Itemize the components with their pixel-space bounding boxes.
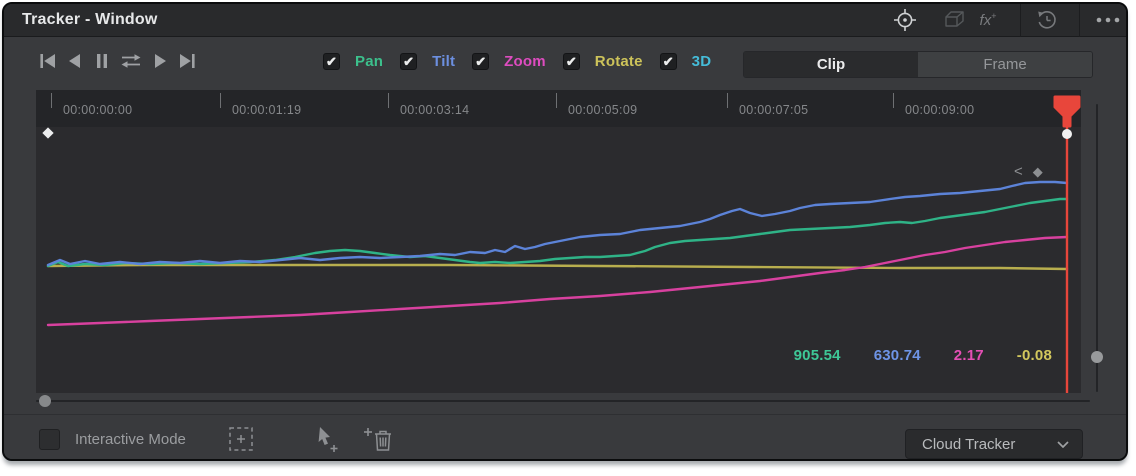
titlebar-separator — [1079, 4, 1080, 37]
ruler-timecode: 00:00:01:19 — [232, 103, 301, 117]
checkbox-tilt[interactable]: ✔ — [400, 53, 417, 70]
pause-button[interactable] — [92, 51, 112, 71]
tracker-type-value: Cloud Tracker — [922, 436, 1057, 453]
loop-button[interactable] — [119, 51, 143, 71]
skip-to-start-button[interactable] — [38, 51, 58, 71]
ruler-tick: 00:00:09:00 — [893, 93, 894, 108]
range-frame-button[interactable]: Frame — [918, 52, 1092, 77]
ruler-timecode: 00:00:00:00 — [63, 103, 132, 117]
add-tracker-point-icon[interactable] — [316, 425, 342, 458]
window-title: Tracker - Window — [22, 11, 158, 29]
titlebar[interactable]: Tracker - Window — [4, 4, 1126, 37]
curve-rotate — [48, 265, 1067, 269]
checkbox-rotate[interactable]: ✔ — [563, 53, 580, 70]
keyframe-diamond-icon[interactable]: ◆ — [1033, 165, 1043, 179]
toggle-label: Zoom — [504, 53, 546, 70]
transport-controls — [38, 50, 197, 72]
toggle-3d[interactable]: ✔ 3D — [660, 53, 712, 70]
play-reverse-button[interactable] — [65, 51, 85, 71]
ruler-timecode: 00:00:05:09 — [568, 103, 637, 117]
toggle-zoom[interactable]: ✔ Zoom — [472, 53, 546, 70]
checkbox-3d[interactable]: ✔ — [660, 53, 677, 70]
fx-plus-icon[interactable]: fx+ — [975, 7, 1001, 33]
toggle-label: 3D — [692, 53, 712, 70]
tracker-window: Tracker - Window — [2, 2, 1128, 461]
ruler-tick: 00:00:07:05 — [727, 93, 728, 108]
toggle-label: Tilt — [432, 53, 455, 70]
horizontal-zoom-track[interactable] — [36, 400, 1090, 402]
vertical-zoom-track[interactable] — [1096, 104, 1098, 392]
delete-tracker-point-icon[interactable] — [362, 425, 394, 458]
timeline-ruler[interactable]: 00:00:00:00 00:00:01:19 00:00:03:14 00:00:0… — [36, 90, 1081, 127]
keyframe-nav: < ◆ — [1014, 164, 1043, 180]
play-forward-button[interactable] — [150, 51, 170, 71]
options-menu-icon[interactable] — [1093, 7, 1125, 33]
toggle-label: Rotate — [595, 53, 643, 70]
curve-zoom — [48, 237, 1067, 325]
toggle-rotate[interactable]: ✔ Rotate — [563, 53, 643, 70]
3d-tracker-box-icon[interactable] — [941, 7, 967, 33]
toggle-pan[interactable]: ✔ Pan — [323, 53, 383, 70]
tracker-target-icon[interactable] — [892, 7, 918, 33]
chevron-down-icon — [1057, 441, 1069, 448]
checkbox-pan[interactable]: ✔ — [323, 53, 340, 70]
ruler-timecode: 00:00:09:00 — [905, 103, 974, 117]
toggle-label: Pan — [355, 53, 383, 70]
ruler-tick: 00:00:03:14 — [388, 93, 389, 108]
vertical-zoom-handle[interactable] — [1091, 351, 1103, 363]
titlebar-separator — [1020, 4, 1021, 37]
ruler-tick: 00:00:00:00 — [51, 93, 52, 108]
bottom-toolbar: Interactive Mode — [4, 414, 1126, 461]
ruler-tick: 00:00:01:19 — [220, 93, 221, 108]
checkbox-zoom[interactable]: ✔ — [472, 53, 489, 70]
prev-keyframe-icon[interactable]: < — [1014, 165, 1023, 179]
horizontal-zoom-handle[interactable] — [39, 395, 51, 407]
tracker-value: 905.54 — [794, 347, 841, 364]
range-toggle: ClipFrame — [743, 51, 1093, 78]
skip-to-end-button[interactable] — [177, 51, 197, 71]
tracker-type-dropdown[interactable]: Cloud Tracker — [905, 429, 1083, 459]
screenshot-stage: Tracker - Window — [0, 0, 1136, 476]
ruler-tick: 00:00:05:09 — [556, 93, 557, 108]
set-tracker-region-icon[interactable] — [227, 425, 255, 458]
tracking-value-readouts: 905.54 630.74 2.17 -0.08 — [704, 347, 1052, 364]
tracker-value: 2.17 — [954, 347, 984, 364]
tracking-toggles: ✔ Pan ✔ Tilt ✔ Zoom ✔ Rotate ✔ 3D — [323, 50, 711, 72]
ruler-timecode: 00:00:07:05 — [739, 103, 808, 117]
toggle-tilt[interactable]: ✔ Tilt — [400, 53, 455, 70]
interactive-mode-checkbox[interactable] — [39, 429, 60, 450]
tracker-value: 630.74 — [874, 347, 921, 364]
interactive-mode-label: Interactive Mode — [75, 431, 186, 448]
tracker-value: -0.08 — [1017, 347, 1052, 364]
range-clip-button[interactable]: Clip — [744, 52, 918, 77]
history-icon[interactable] — [1034, 7, 1060, 33]
ruler-timecode: 00:00:03:14 — [400, 103, 469, 117]
